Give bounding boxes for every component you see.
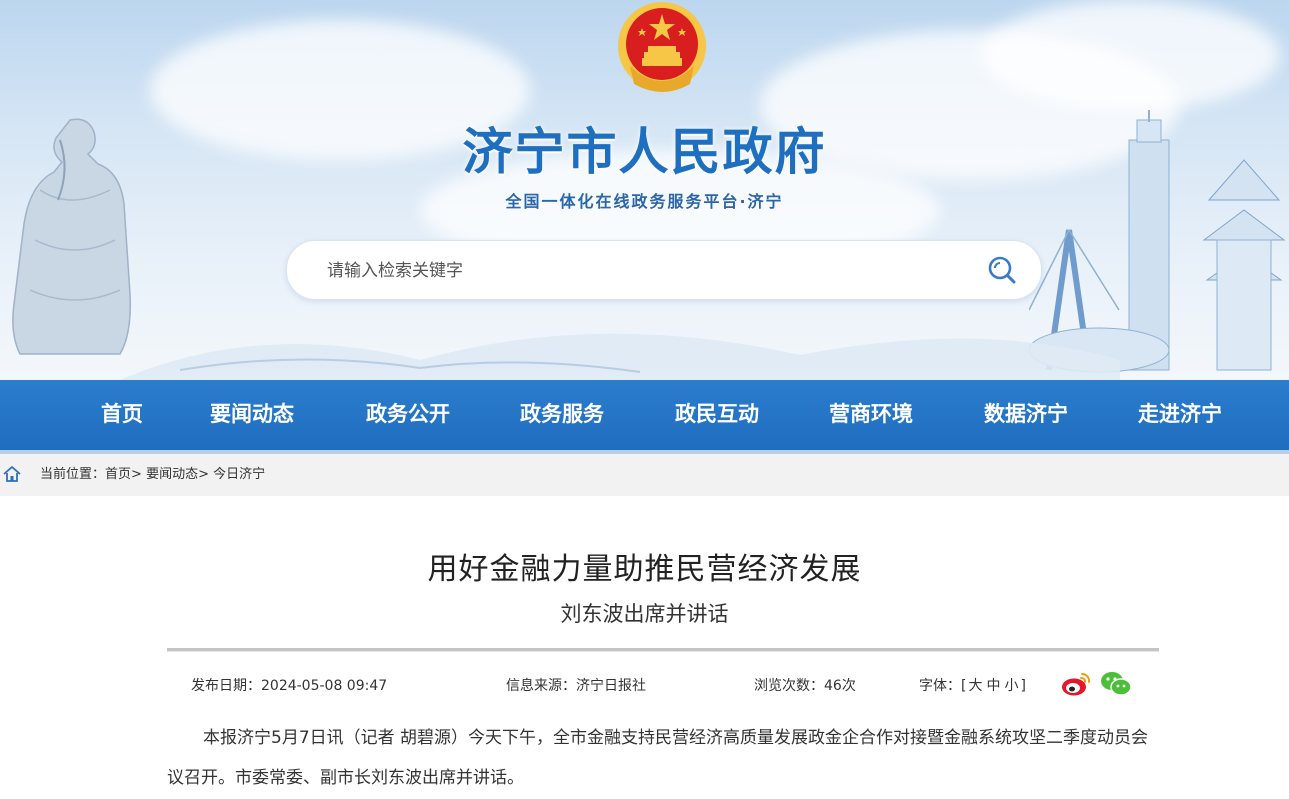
main-nav: 首页 要闻动态 政务公开 政务服务 政民互动 营商环境 数据济宁 走进济宁	[0, 380, 1289, 450]
font-size-control: 字体：[大中小]	[919, 674, 1026, 698]
header-banner: 济宁市人民政府 全国一体化在线政务服务平台·济宁	[0, 0, 1289, 380]
weibo-icon[interactable]	[1060, 670, 1092, 698]
search-icon[interactable]	[985, 253, 1019, 287]
title-divider	[167, 648, 1159, 652]
nav-item-news[interactable]: 要闻动态	[210, 380, 294, 450]
site-subtitle: 全国一体化在线政务服务平台·济宁	[505, 192, 784, 211]
info-source: 信息来源：济宁日报社	[506, 678, 646, 694]
search-input[interactable]	[325, 241, 969, 301]
breadcrumb: 当前位置：首页> 要闻动态> 今日济宁	[0, 454, 1289, 496]
article-title: 用好金融力量助推民营经济发展	[427, 552, 862, 587]
wechat-icon[interactable]	[1100, 670, 1132, 698]
nav-item-business-env[interactable]: 营商环境	[829, 380, 913, 450]
breadcrumb-prefix: 当前位置：	[40, 467, 106, 482]
national-emblem	[618, 2, 706, 92]
landscape-decoration	[120, 333, 1120, 380]
nav-item-gov-affairs-open[interactable]: 政务公开	[366, 380, 450, 450]
font-medium-button[interactable]: 中	[984, 678, 1002, 694]
breadcrumb-separator: >	[131, 467, 142, 482]
site-title: 济宁市人民政府	[462, 123, 827, 181]
nav-item-data-jining[interactable]: 数据济宁	[984, 380, 1068, 450]
font-size-label: 字体：	[919, 678, 961, 694]
breadcrumb-separator: >	[198, 467, 209, 482]
search-bar	[286, 240, 1042, 301]
breadcrumb-trail: 当前位置：首页> 要闻动态> 今日济宁	[40, 454, 265, 496]
nav-item-about-jining[interactable]: 走进济宁	[1138, 380, 1222, 450]
font-bracket-close: ]	[1020, 678, 1026, 694]
breadcrumb-news-link[interactable]: 要闻动态	[146, 467, 198, 482]
nav-item-home[interactable]: 首页	[101, 380, 143, 450]
publish-date: 发布日期：2024-05-08 09:47	[191, 678, 388, 694]
breadcrumb-today-link[interactable]: 今日济宁	[213, 467, 265, 482]
home-icon	[3, 466, 21, 482]
breadcrumb-home-link[interactable]: 首页	[105, 467, 131, 482]
nav-item-gov-services[interactable]: 政务服务	[520, 380, 604, 450]
view-count: 浏览次数：46次	[754, 678, 856, 694]
article-subtitle: 刘东波出席并讲话	[560, 602, 729, 626]
font-large-button[interactable]: 大	[966, 678, 984, 694]
font-small-button[interactable]: 小	[1002, 678, 1020, 694]
article-paragraph: 本报济宁5月7日讯（记者 胡碧源）今天下午，全市金融支持民营经济高质量发展政金企…	[167, 728, 1149, 788]
nav-item-interaction[interactable]: 政民互动	[675, 380, 759, 450]
cloud-decoration	[980, 0, 1280, 110]
